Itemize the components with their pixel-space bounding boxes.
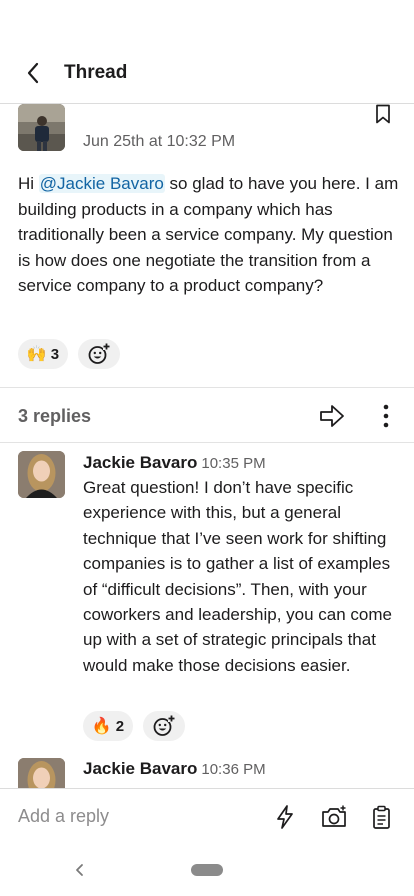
bookmark-button[interactable] xyxy=(375,104,395,126)
user-mention[interactable]: @Jackie Bavaro xyxy=(38,174,165,193)
reply-author[interactable]: Jackie Bavaro 10:35 PM xyxy=(83,453,266,473)
system-nav-bar xyxy=(0,844,414,896)
reply-message[interactable]: Jackie Bavaro 10:35 PM Great question! I … xyxy=(0,443,414,743)
message-text-prefix: Hi xyxy=(18,174,39,193)
lightning-icon xyxy=(277,805,293,829)
system-back-button[interactable] xyxy=(70,858,90,882)
attachment-button[interactable] xyxy=(367,803,395,831)
replies-count: 3 replies xyxy=(18,406,92,426)
message-text: Hi @Jackie Bavaro so glad to have you he… xyxy=(18,171,406,299)
reaction-count: 2 xyxy=(115,717,125,735)
reply-author[interactable]: Jackie Bavaro 10:36 PM xyxy=(83,759,266,779)
add-reaction-button[interactable] xyxy=(78,339,120,369)
reply-input[interactable]: Add a reply xyxy=(18,806,109,827)
shortcuts-button[interactable] xyxy=(271,803,299,831)
share-button[interactable] xyxy=(318,402,346,430)
add-reaction-icon xyxy=(153,715,175,736)
system-home-pill[interactable] xyxy=(191,864,223,876)
author-name[interactable]: Jackie Bavaro xyxy=(83,453,197,472)
author-name[interactable]: Jackie Bavaro xyxy=(83,759,197,778)
reply-time: 10:36 PM xyxy=(201,761,266,778)
reply-composer: Add a reply xyxy=(0,788,414,844)
chevron-left-icon xyxy=(76,864,83,876)
more-vertical-icon xyxy=(383,404,389,428)
message-timestamp: Jun 25th at 10:32 PM xyxy=(83,133,236,150)
reply-message[interactable]: Jackie Bavaro 10:36 PM xyxy=(0,750,414,788)
bookmark-icon xyxy=(376,104,390,124)
fire-emoji: 🔥 xyxy=(91,718,112,735)
replies-bar: 3 replies xyxy=(0,388,414,443)
parent-message[interactable]: Jun 25th at 10:32 PM Hi @Jackie Bavaro s… xyxy=(0,0,414,388)
camera-icon xyxy=(322,805,346,827)
avatar[interactable] xyxy=(18,758,65,788)
share-arrow-icon xyxy=(320,405,344,427)
reply-text: Great question! I don’t have specific ex… xyxy=(83,478,392,675)
add-reaction-button[interactable] xyxy=(143,711,185,741)
raised-hands-emoji: 🙌 xyxy=(26,346,47,363)
avatar[interactable] xyxy=(18,104,65,151)
clipboard-icon xyxy=(373,805,390,829)
reply-time: 10:35 PM xyxy=(201,455,266,472)
avatar[interactable] xyxy=(18,451,65,498)
reaction-fire[interactable]: 🔥 2 xyxy=(83,711,133,741)
more-options-button[interactable] xyxy=(376,402,396,430)
reaction-raised-hands[interactable]: 🙌 3 xyxy=(18,339,68,369)
add-reaction-icon xyxy=(88,343,110,364)
camera-button[interactable] xyxy=(320,803,348,831)
reaction-count: 3 xyxy=(50,345,60,363)
